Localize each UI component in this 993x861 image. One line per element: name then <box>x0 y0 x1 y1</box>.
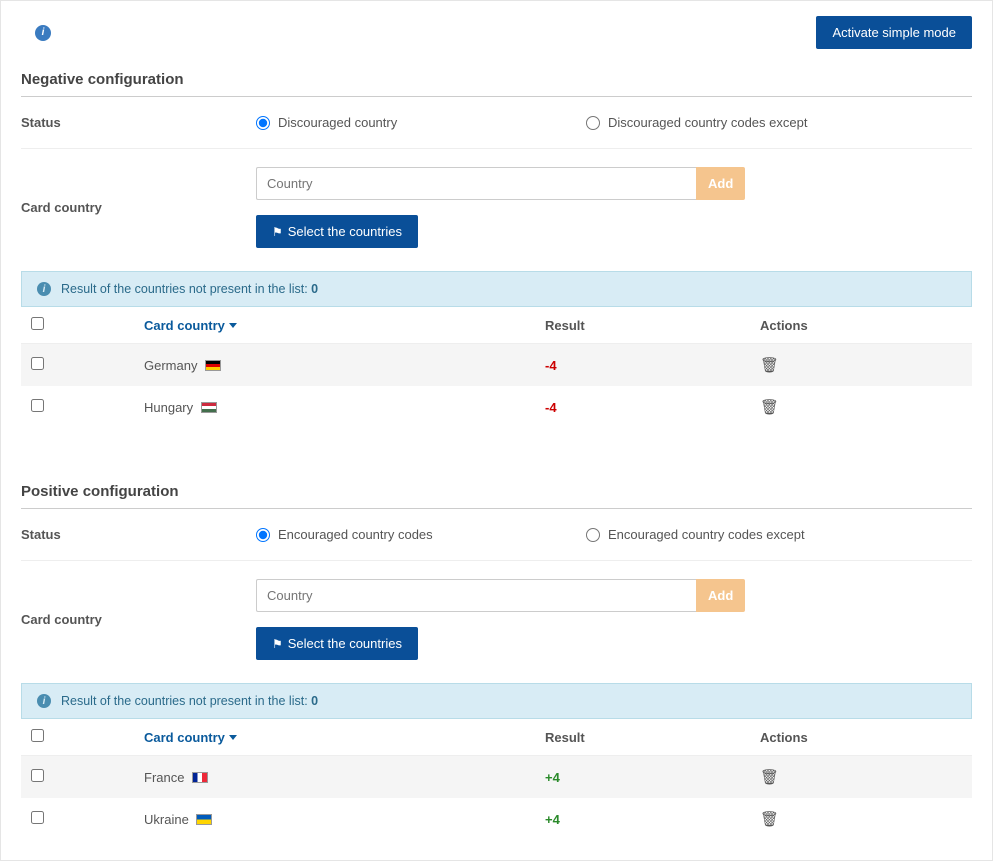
activate-simple-mode-button[interactable]: Activate simple mode <box>816 16 972 49</box>
radio-discouraged-country[interactable]: Discouraged country <box>256 115 586 130</box>
trash-icon[interactable]: 🗑 <box>760 398 779 416</box>
row-result: -4 <box>537 386 752 428</box>
result-text: Result of the countries not present in t… <box>61 282 308 296</box>
positive-add-button[interactable]: Add <box>696 579 745 612</box>
select-all-checkbox[interactable] <box>31 729 44 742</box>
info-icon: i <box>37 694 51 708</box>
card-country-label: Card country <box>21 612 256 627</box>
info-icon[interactable]: i <box>35 25 51 41</box>
config-page: i Activate simple mode Negative configur… <box>0 0 993 861</box>
radio-encouraged-codes-input[interactable] <box>256 528 270 542</box>
radio-discouraged-except-input[interactable] <box>586 116 600 130</box>
select-countries-label: Select the countries <box>288 636 402 651</box>
negative-config-title: Negative configuration <box>21 71 972 97</box>
row-result: -4 <box>537 344 752 387</box>
table-row: Ukraine +4 🗑 <box>21 798 972 840</box>
negative-country-input[interactable] <box>256 167 696 200</box>
negative-card-country-row: Card country Add ⚑ Select the countries <box>21 149 972 266</box>
negative-add-button[interactable]: Add <box>696 167 745 200</box>
col-card-country[interactable]: Card country <box>136 719 537 756</box>
radio-label: Encouraged country codes <box>278 527 433 542</box>
status-label: Status <box>21 527 256 542</box>
result-value: 0 <box>311 694 318 708</box>
flag-icon: ⚑ <box>272 637 283 651</box>
trash-icon[interactable]: 🗑 <box>760 768 779 786</box>
positive-countries-table: Card country Result Actions France +4 🗑 … <box>21 719 972 840</box>
negative-select-countries-button[interactable]: ⚑ Select the countries <box>256 215 418 248</box>
table-row: France +4 🗑 <box>21 756 972 799</box>
radio-encouraged-except-input[interactable] <box>586 528 600 542</box>
positive-result-banner: i Result of the countries not present in… <box>21 683 972 719</box>
row-checkbox[interactable] <box>31 399 44 412</box>
select-countries-label: Select the countries <box>288 224 402 239</box>
select-all-checkbox[interactable] <box>31 317 44 330</box>
col-actions: Actions <box>752 719 972 756</box>
flag-icon: ⚑ <box>272 225 283 239</box>
row-checkbox[interactable] <box>31 811 44 824</box>
trash-icon[interactable]: 🗑 <box>760 356 779 374</box>
negative-status-row: Status Discouraged country Discouraged c… <box>21 97 972 149</box>
col-result: Result <box>537 719 752 756</box>
flag-ua-icon <box>196 814 212 825</box>
result-text: Result of the countries not present in t… <box>61 694 308 708</box>
positive-card-country-row: Card country Add ⚑ Select the countries <box>21 561 972 678</box>
positive-status-row: Status Encouraged country codes Encourag… <box>21 509 972 561</box>
country-name: Ukraine <box>144 812 189 827</box>
radio-label: Discouraged country <box>278 115 397 130</box>
info-icon: i <box>37 282 51 296</box>
positive-select-countries-button[interactable]: ⚑ Select the countries <box>256 627 418 660</box>
country-name: France <box>144 770 184 785</box>
negative-countries-table: Card country Result Actions Germany -4 🗑… <box>21 307 972 428</box>
row-result: +4 <box>537 798 752 840</box>
flag-de-icon <box>205 360 221 371</box>
card-country-label: Card country <box>21 200 256 215</box>
flag-fr-icon <box>192 772 208 783</box>
positive-country-input[interactable] <box>256 579 696 612</box>
topbar: i Activate simple mode <box>21 16 972 49</box>
status-label: Status <box>21 115 256 130</box>
radio-label: Encouraged country codes except <box>608 527 805 542</box>
radio-encouraged-codes[interactable]: Encouraged country codes <box>256 527 586 542</box>
trash-icon[interactable]: 🗑 <box>760 810 779 828</box>
positive-config-title: Positive configuration <box>21 483 972 509</box>
radio-discouraged-except[interactable]: Discouraged country codes except <box>586 115 916 130</box>
radio-encouraged-except[interactable]: Encouraged country codes except <box>586 527 916 542</box>
col-card-country[interactable]: Card country <box>136 307 537 344</box>
table-row: Germany -4 🗑 <box>21 344 972 387</box>
col-actions: Actions <box>752 307 972 344</box>
row-checkbox[interactable] <box>31 357 44 370</box>
row-result: +4 <box>537 756 752 799</box>
country-name: Germany <box>144 358 197 373</box>
negative-result-banner: i Result of the countries not present in… <box>21 271 972 307</box>
country-name: Hungary <box>144 400 193 415</box>
row-checkbox[interactable] <box>31 769 44 782</box>
result-value: 0 <box>311 282 318 296</box>
radio-discouraged-country-input[interactable] <box>256 116 270 130</box>
flag-hu-icon <box>201 402 217 413</box>
radio-label: Discouraged country codes except <box>608 115 807 130</box>
table-row: Hungary -4 🗑 <box>21 386 972 428</box>
col-result: Result <box>537 307 752 344</box>
